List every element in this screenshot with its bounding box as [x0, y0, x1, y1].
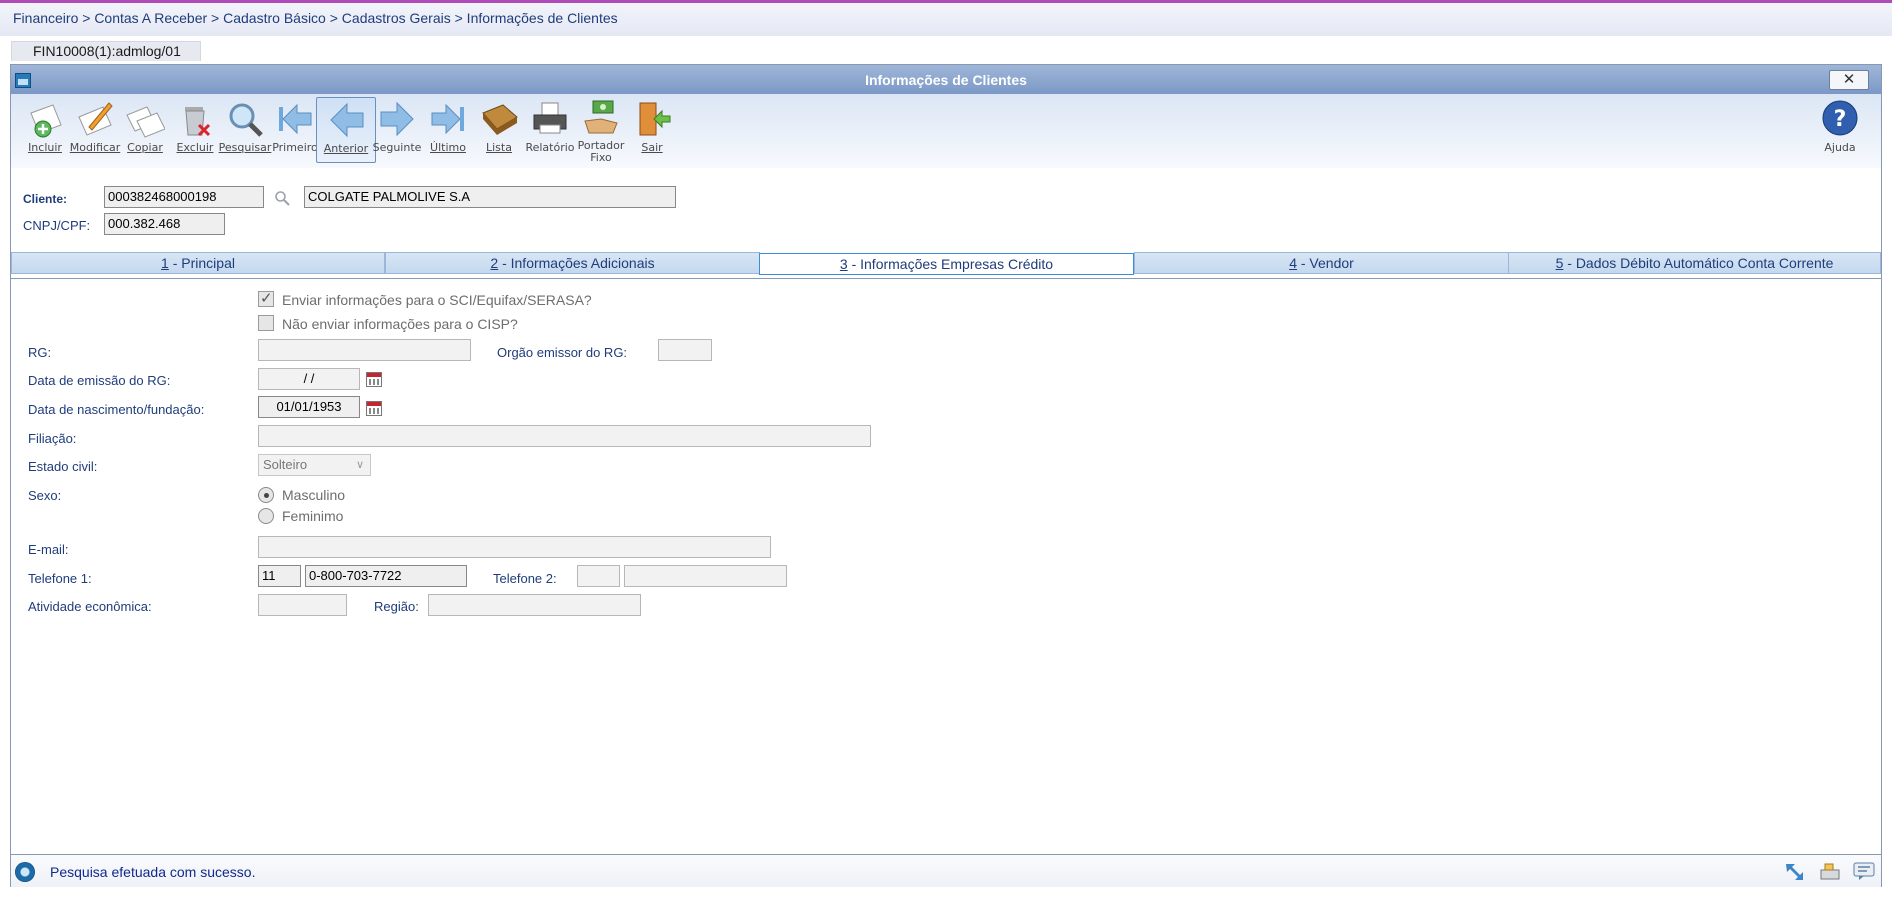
estado-civil-select[interactable]: Solteiro ∨ [258, 454, 371, 476]
first-arrow-icon [279, 103, 312, 135]
filiacao-input[interactable] [258, 425, 871, 447]
estado-civil-value: Solteiro [263, 457, 308, 472]
tab-informacoes-adicionais[interactable]: 2 - Informações Adicionais [385, 252, 760, 274]
tab-vendor-label: - Vendor [1296, 255, 1354, 271]
data-emissao-label: Data de emissão do RG: [28, 373, 171, 388]
cisp-checkbox-label: Não enviar informações para o CISP? [282, 316, 518, 332]
telefone1-ddd-input[interactable]: 11 [258, 565, 301, 587]
tab-credito-key: 3 [839, 256, 848, 272]
status-message: Pesquisa efetuada com sucesso. [50, 864, 256, 880]
tab-credito-label: - Informações Empresas Crédito [847, 256, 1054, 272]
keyboard-icon[interactable] [1819, 861, 1841, 881]
sexo-masculino-radio[interactable] [258, 487, 274, 503]
sair-button[interactable]: Sair [622, 97, 682, 163]
status-globe-icon [15, 862, 35, 882]
tab-debito-automatico[interactable]: 5 - Dados Débito Automático Conta Corren… [1508, 252, 1881, 274]
search-icon [229, 103, 263, 137]
tab-vendor-key: 4 [1289, 255, 1297, 271]
tab-adicionais-label: - Informações Adicionais [498, 255, 655, 271]
data-nascimento-label: Data de nascimento/fundação: [28, 402, 205, 417]
filiacao-label: Filiação: [28, 431, 77, 446]
tab-divider [11, 278, 1881, 279]
resize-arrow-icon[interactable] [1783, 861, 1805, 881]
exit-door-icon [639, 102, 671, 136]
email-label: E-mail: [28, 542, 69, 557]
regiao-label: Região: [374, 599, 419, 614]
rg-label: RG: [28, 345, 52, 360]
sexo-feminino-label: Feminimo [282, 508, 344, 524]
atividade-economica-label: Atividade econômica: [28, 599, 152, 614]
chat-icon[interactable] [1853, 861, 1875, 881]
copy-document-icon [126, 106, 165, 138]
cisp-checkbox[interactable] [258, 315, 274, 331]
cliente-name-input[interactable]: COLGATE PALMOLIVE S.A [304, 186, 676, 208]
sexo-feminino-radio[interactable] [258, 508, 274, 524]
close-button[interactable]: ✕ [1829, 70, 1869, 90]
next-arrow-icon [380, 101, 414, 137]
data-nascimento-input[interactable]: 01/01/1953 [258, 396, 360, 418]
sair-label: Sair [641, 141, 663, 154]
ajuda-button[interactable]: ? Ajuda [1810, 97, 1870, 163]
book-icon [482, 104, 518, 135]
cliente-label: Cliente: [23, 192, 68, 206]
serasa-checkbox[interactable] [258, 289, 274, 307]
cnpj-input[interactable]: 000.382.468 [104, 213, 225, 235]
tab-vendor[interactable]: 4 - Vendor [1134, 252, 1509, 274]
regiao-input[interactable] [428, 594, 641, 616]
tab-informacoes-empresas-credito[interactable]: 3 - Informações Empresas Crédito [759, 253, 1134, 275]
previous-arrow-icon [330, 102, 364, 138]
tab-principal-key: 1 [161, 255, 169, 271]
data-emissao-input[interactable]: / / [258, 368, 360, 390]
window-title: Informações de Clientes [865, 72, 1027, 88]
new-document-icon [30, 104, 62, 138]
session-tab[interactable]: FIN10008(1):admlog/01 [11, 41, 201, 61]
sexo-masculino-label: Masculino [282, 487, 346, 503]
breadcrumb: Financeiro > Contas A Receber > Cadastro… [0, 3, 1892, 36]
calendar-icon[interactable] [366, 372, 382, 387]
window-titlebar: Informações de Clientes ✕ [11, 65, 1881, 94]
portador-label-line2: Fixo [590, 151, 612, 164]
svg-text:?: ? [1834, 107, 1847, 132]
cliente-code-input[interactable]: 000382468000198 [104, 186, 264, 208]
serasa-checkbox-label: Enviar informações para o SCI/Equifax/SE… [282, 292, 592, 308]
money-hand-icon [584, 100, 618, 134]
edit-document-icon [78, 102, 113, 136]
orgao-emissor-label: Orgão emissor do RG: [497, 345, 628, 360]
status-bar: Pesquisa efetuada com sucesso. [11, 854, 1881, 887]
telefone1-label: Telefone 1: [28, 571, 92, 586]
telefone1-number-input[interactable]: 0-800-703-7722 [305, 565, 467, 587]
rg-input[interactable] [258, 339, 471, 361]
printer-icon [533, 102, 567, 134]
orgao-emissor-input[interactable] [658, 339, 712, 361]
client-search-icon[interactable] [274, 190, 290, 206]
trash-icon [185, 107, 211, 137]
tab-principal[interactable]: 1 - Principal [11, 252, 385, 274]
tab-principal-label: - Principal [168, 255, 235, 271]
last-arrow-icon [431, 103, 464, 135]
toolbar: Incluir Modificar Copiar Excluir Pesquis… [11, 94, 1881, 168]
estado-civil-label: Estado civil: [28, 459, 98, 474]
ajuda-label: Ajuda [1824, 141, 1856, 154]
tab-strip: 1 - Principal 2 - Informações Adicionais… [11, 252, 1881, 275]
tab-debito-label: - Dados Débito Automático Conta Corrente [1563, 255, 1834, 271]
atividade-economica-input[interactable] [258, 594, 347, 616]
help-icon: ? [1822, 100, 1858, 136]
email-input[interactable] [258, 536, 771, 558]
telefone2-label: Telefone 2: [493, 571, 557, 586]
chevron-down-icon: ∨ [355, 459, 364, 471]
sexo-label: Sexo: [28, 488, 62, 503]
telefone2-ddd-input[interactable] [577, 565, 620, 587]
cnpj-label: CNPJ/CPF: [23, 218, 91, 233]
telefone2-number-input[interactable] [624, 565, 787, 587]
client-info-window: Informações de Clientes ✕ Incluir Modifi… [10, 64, 1882, 887]
calendar-icon[interactable] [366, 401, 382, 416]
